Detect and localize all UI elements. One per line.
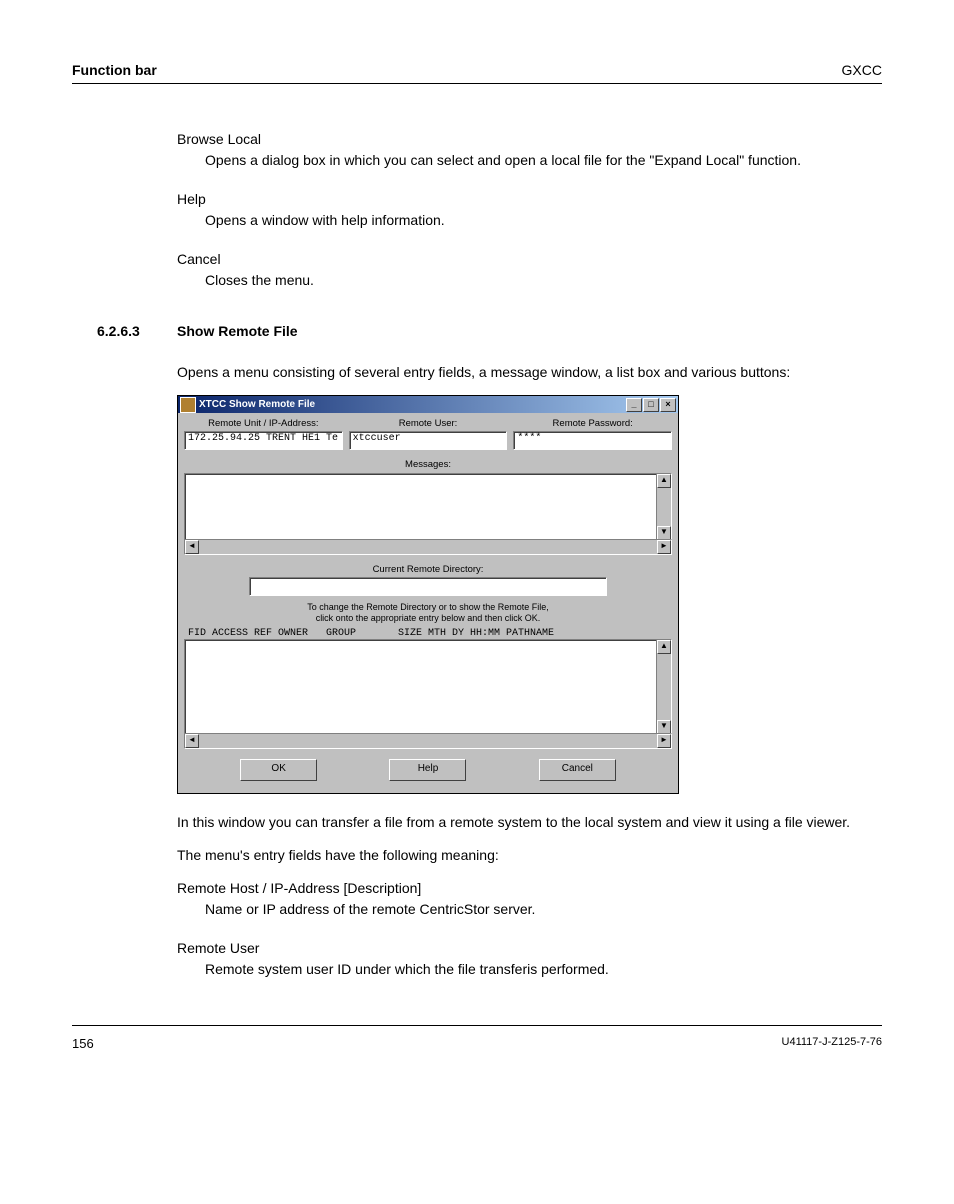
maximize-button[interactable]: □: [643, 398, 659, 412]
def-remote-host: Remote Host / IP-Address [Description] N…: [177, 878, 882, 920]
scroll-right-icon[interactable]: ►: [657, 734, 671, 748]
page-header: Function bar GXCC: [72, 60, 882, 84]
app-icon: [180, 397, 196, 413]
def-term: Remote Host / IP-Address [Description]: [177, 878, 882, 899]
header-right: GXCC: [842, 60, 882, 81]
hint-line2: click onto the appropriate entry below a…: [316, 613, 541, 623]
header-left: Function bar: [72, 60, 157, 81]
page-content: Browse Local Opens a dialog box in which…: [177, 129, 882, 980]
messages-vscrollbar[interactable]: ▲ ▼: [656, 473, 672, 541]
scroll-down-icon[interactable]: ▼: [657, 526, 671, 540]
close-button[interactable]: ×: [660, 398, 676, 412]
after-para-2: The menu's entry fields have the followi…: [177, 845, 882, 866]
def-term: Help: [177, 189, 882, 210]
file-list-header: FID ACCESS REF OWNER GROUP SIZE MTH DY H…: [184, 626, 672, 639]
section-number: 6.2.6.3: [97, 321, 177, 342]
remote-password-label: Remote Password:: [513, 419, 672, 429]
messages-label: Messages:: [184, 460, 672, 470]
page-footer: 156 U41117-J-Z125-7-76: [72, 1025, 882, 1054]
window-body: Remote Unit / IP-Address: 172.25.94.25 T…: [178, 413, 678, 793]
scroll-left-icon[interactable]: ◄: [185, 540, 199, 554]
def-term: Cancel: [177, 249, 882, 270]
def-help: Help Opens a window with help informatio…: [177, 189, 882, 231]
remote-password-input[interactable]: ****: [513, 431, 672, 450]
hint-text: To change the Remote Directory or to sho…: [184, 602, 672, 624]
def-remote-user: Remote User Remote system user ID under …: [177, 938, 882, 980]
remote-dir-input[interactable]: [249, 577, 607, 596]
scroll-right-icon[interactable]: ►: [657, 540, 671, 554]
scroll-up-icon[interactable]: ▲: [657, 474, 671, 488]
section-title: Show Remote File: [177, 321, 298, 342]
cancel-button[interactable]: Cancel: [539, 759, 616, 781]
doc-id: U41117-J-Z125-7-76: [782, 1034, 882, 1054]
dialog-window: XTCC Show Remote File _ □ × Remote Unit …: [177, 395, 679, 794]
window-title: XTCC Show Remote File: [199, 399, 625, 410]
file-listbox[interactable]: [184, 639, 658, 741]
remote-user-label: Remote User:: [349, 419, 508, 429]
remote-unit-label: Remote Unit / IP-Address:: [184, 419, 343, 429]
section-heading: 6.2.6.3 Show Remote File: [97, 321, 882, 342]
ok-button[interactable]: OK: [240, 759, 317, 781]
def-desc: Closes the menu.: [205, 270, 882, 291]
def-desc: Remote system user ID under which the fi…: [205, 959, 882, 980]
scroll-up-icon[interactable]: ▲: [657, 640, 671, 654]
messages-hscrollbar[interactable]: ◄ ►: [184, 539, 672, 555]
def-term: Browse Local: [177, 129, 882, 150]
screenshot-figure: XTCC Show Remote File _ □ × Remote Unit …: [177, 395, 882, 794]
def-cancel: Cancel Closes the menu.: [177, 249, 882, 291]
remote-user-input[interactable]: xtccuser: [349, 431, 508, 450]
filelist-hscrollbar[interactable]: ◄ ►: [184, 733, 672, 749]
after-para-1: In this window you can transfer a file f…: [177, 812, 882, 833]
def-desc: Name or IP address of the remote Centric…: [205, 899, 882, 920]
def-desc: Opens a window with help information.: [205, 210, 882, 231]
remote-dir-label: Current Remote Directory:: [184, 565, 672, 575]
minimize-button[interactable]: _: [626, 398, 642, 412]
def-desc: Opens a dialog box in which you can sele…: [205, 150, 882, 171]
page-number: 156: [72, 1034, 94, 1054]
filelist-vscrollbar[interactable]: ▲ ▼: [656, 639, 672, 735]
help-button[interactable]: Help: [389, 759, 466, 781]
hint-line1: To change the Remote Directory or to sho…: [307, 602, 549, 612]
intro-paragraph: Opens a menu consisting of several entry…: [177, 362, 882, 383]
scroll-down-icon[interactable]: ▼: [657, 720, 671, 734]
titlebar[interactable]: XTCC Show Remote File _ □ ×: [178, 396, 678, 413]
scroll-left-icon[interactable]: ◄: [185, 734, 199, 748]
remote-unit-input[interactable]: 172.25.94.25 TRENT HE1 Te: [184, 431, 343, 450]
def-term: Remote User: [177, 938, 882, 959]
messages-textarea[interactable]: [184, 473, 658, 547]
def-browse-local: Browse Local Opens a dialog box in which…: [177, 129, 882, 171]
